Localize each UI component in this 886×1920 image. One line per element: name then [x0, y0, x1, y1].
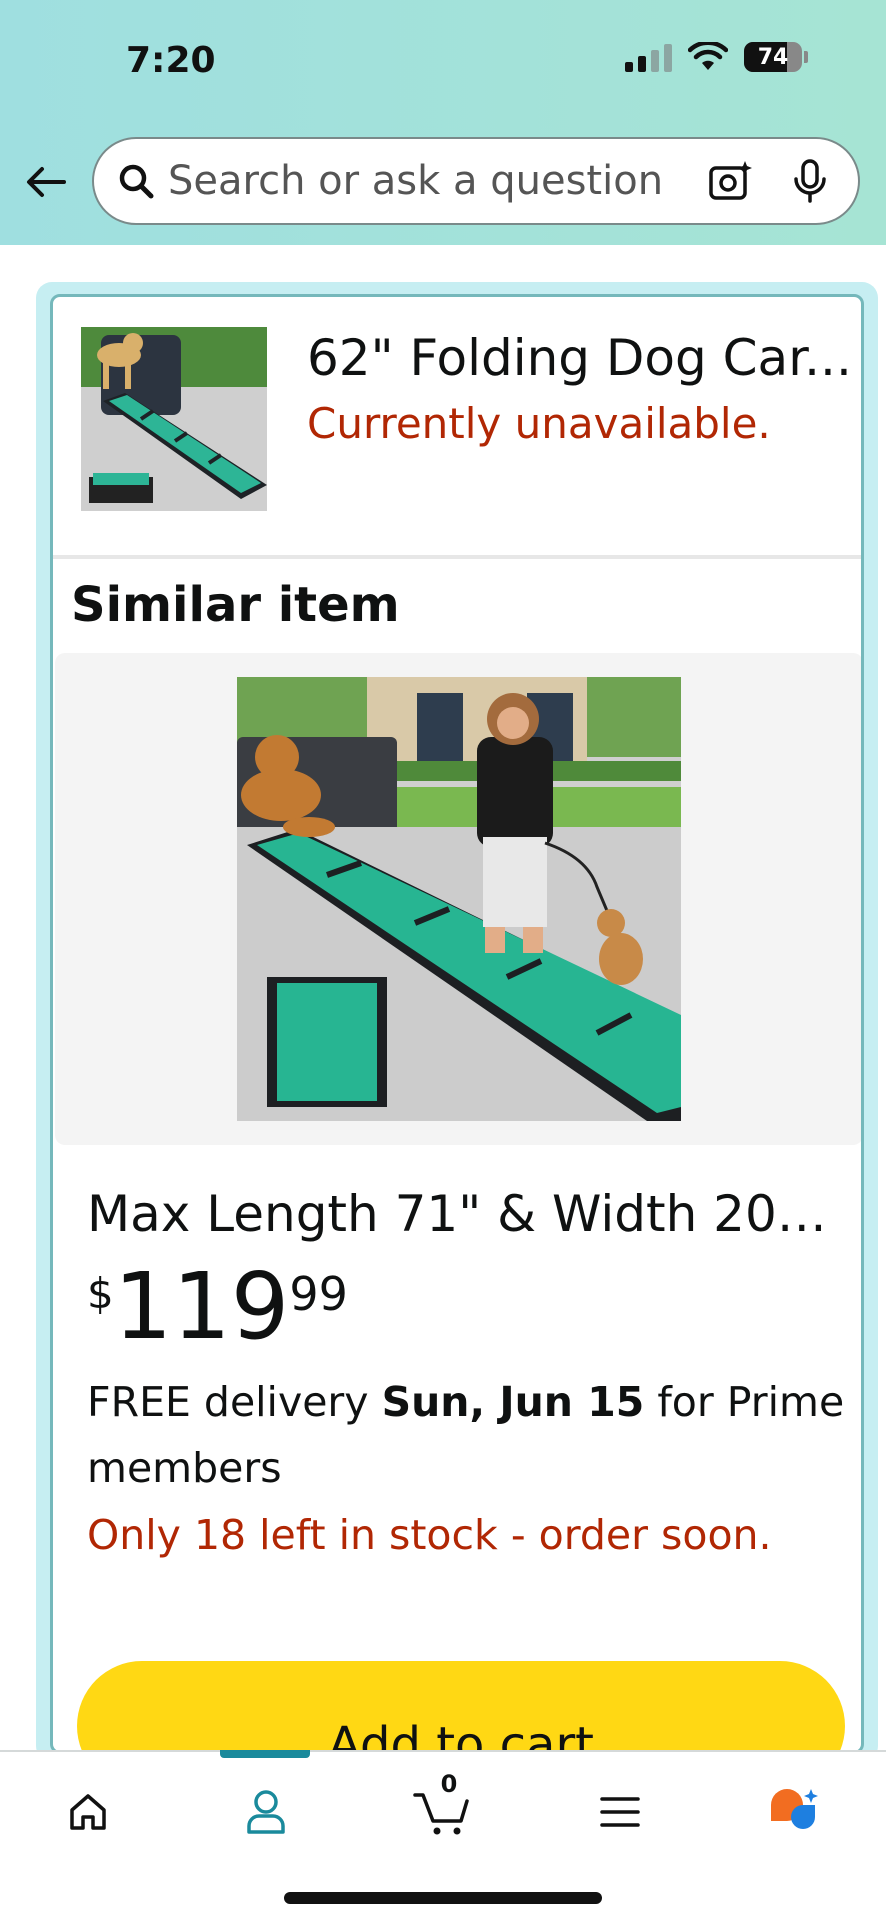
cart-count: 0	[440, 1770, 458, 1798]
tab-profile[interactable]	[236, 1782, 296, 1842]
price-fraction: 99	[289, 1267, 348, 1321]
header: 7:20 74 Search or ask a question	[0, 0, 886, 245]
search-placeholder[interactable]: Search or ask a question	[168, 158, 708, 204]
similar-item-heading: Similar item	[71, 577, 400, 633]
cellular-signal-icon	[625, 42, 672, 72]
camera-search-icon[interactable]	[708, 159, 752, 203]
tab-rufus[interactable]	[764, 1782, 824, 1842]
delivery-date: Sun, Jun 15	[381, 1378, 645, 1426]
divider	[53, 555, 861, 559]
status-icons: 74	[625, 42, 808, 72]
home-icon	[70, 1794, 106, 1830]
microphone-icon[interactable]	[792, 159, 828, 203]
battery-icon: 74	[744, 42, 802, 72]
similar-item-price: $ 119 99	[87, 1261, 348, 1353]
search-icon	[119, 164, 154, 199]
delivery-info: FREE delivery Sun, Jun 15 for Prime memb…	[87, 1369, 847, 1501]
back-arrow-icon[interactable]	[24, 160, 68, 204]
price-whole: 119	[113, 1253, 290, 1360]
active-tab-indicator	[220, 1750, 310, 1758]
similar-item-title[interactable]: Max Length 71" & Width 20"...	[87, 1185, 847, 1243]
tab-home[interactable]	[58, 1782, 118, 1842]
menu-icon	[600, 1797, 640, 1827]
profile-icon	[247, 1790, 285, 1834]
delivery-prefix: FREE delivery	[87, 1378, 382, 1426]
price-currency: $	[87, 1269, 114, 1318]
home-indicator[interactable]	[284, 1892, 602, 1904]
similar-item-image[interactable]	[237, 677, 681, 1121]
availability-status: Currently unavailable.	[307, 399, 771, 448]
product-thumbnail[interactable]	[81, 327, 267, 511]
status-time: 7:20	[126, 40, 216, 81]
rufus-assistant-icon	[771, 1789, 818, 1829]
stock-warning: Only 18 left in stock - order soon.	[87, 1511, 772, 1559]
product-card: 62" Folding Dog Car... Currently unavail…	[50, 294, 864, 1754]
wifi-icon	[688, 42, 728, 70]
product-title[interactable]: 62" Folding Dog Car...	[307, 329, 855, 387]
search-bar[interactable]: Search or ask a question	[92, 137, 860, 225]
battery-level: 74	[757, 44, 789, 70]
tab-menu[interactable]	[590, 1782, 650, 1842]
add-to-cart-button[interactable]: Add to cart	[77, 1661, 845, 1751]
